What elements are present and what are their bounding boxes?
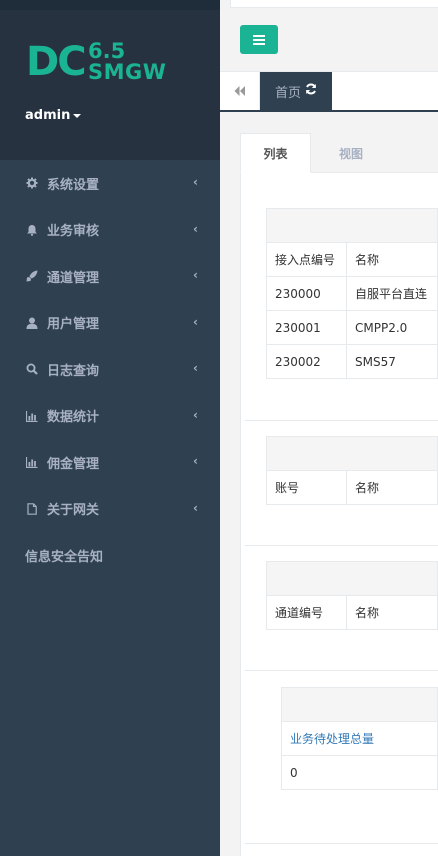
sidebar-item-channel-management[interactable]: 通道管理 ‹ [0,253,220,300]
bar-chart-icon [25,409,39,423]
chevron-left-icon: ‹ [193,314,198,329]
gear-icon [25,176,39,190]
search-icon [25,362,39,376]
table-caption [266,561,438,596]
sidebar-item-label: 系统设置 [47,177,100,193]
caret-down-icon [73,113,82,118]
chevron-left-icon: ‹ [193,361,198,376]
content-tabs: 列表 视图 [240,133,438,173]
sidebar-top-strip [0,0,220,10]
pending-total-link[interactable]: 业务待处理总量 [281,721,438,756]
sidebar-item-commission-management[interactable]: 佣金管理 ‹ [0,439,220,486]
user-menu[interactable]: admin [25,108,82,123]
user-name: admin [25,108,71,123]
chevron-left-icon: ‹ [193,407,198,422]
table-cell: 230001 [266,310,347,345]
table-caption [266,208,438,243]
channel-table: 通道编号 名称 [266,561,438,630]
column-header: 账号 [266,470,347,505]
access-point-table: 接入点编号 名称 230000 自服平台直连 230001 CMPP2.0 23… [266,208,438,379]
column-header: 接入点编号 [266,242,347,277]
section-divider [245,545,438,546]
sidebar-item-label: 数据统计 [47,410,100,426]
chevron-left-icon: ‹ [193,221,198,236]
sidebar-item-label: 信息安全告知 [25,549,104,565]
table-cell: 230002 [266,344,347,379]
sidebar-item-label: 通道管理 [47,270,100,286]
top-header-strip [230,0,438,8]
pending-total-value: 0 [281,755,438,790]
toggle-menu-button[interactable] [240,25,278,54]
account-table: 账号 名称 [266,436,438,505]
hamburger-icon [253,34,265,45]
sidebar-item-security-notice[interactable]: 信息安全告知 [0,532,220,579]
table-cell: SMS57 [346,344,438,379]
table-cell: 230000 [266,276,347,311]
table-cell: 自服平台直连 [346,276,438,311]
tab-home[interactable]: 首页 [260,72,332,110]
sidebar-item-user-management[interactable]: 用户管理 ‹ [0,300,220,347]
tab-scroll-left-button[interactable] [220,72,260,110]
column-header: 名称 [346,470,438,505]
table-cell: CMPP2.0 [346,310,438,345]
chevron-left-icon: ‹ [193,268,198,283]
logo-version: 6.5 [88,39,126,63]
sidebar-item-business-review[interactable]: 业务审核 ‹ [0,207,220,254]
table-row: 0 [281,755,438,790]
table-caption [281,687,438,722]
user-icon [25,316,39,330]
tab-home-label: 首页 [274,85,301,101]
table-row: 230001 CMPP2.0 [266,310,438,345]
bar-chart-icon [25,455,39,469]
chevron-left-icon: ‹ [193,175,198,190]
file-icon [25,502,39,516]
chevron-left-icon: ‹ [193,500,198,515]
bell-icon [25,223,39,237]
sidebar-item-data-statistics[interactable]: 数据统计 ‹ [0,393,220,440]
pending-business-table: 业务待处理总量 0 [281,687,438,790]
double-left-arrow-icon [234,86,245,96]
sidebar-item-label: 业务审核 [47,224,100,240]
sidebar-item-system-settings[interactable]: 系统设置 ‹ [0,160,220,207]
sidebar-item-log-query[interactable]: 日志查询 ‹ [0,346,220,393]
sidebar-nav: 系统设置 ‹ 业务审核 ‹ 通道管理 ‹ 用户管理 ‹ 日志查询 ‹ 数据统计 … [0,160,220,579]
page-tab-bar: 首页 [220,72,438,112]
tab-view-label: 视图 [338,146,363,161]
column-header: 名称 [346,595,438,630]
table-row: 230000 自服平台直连 [266,276,438,311]
sidebar-item-label: 日志查询 [47,363,100,379]
column-header: 名称 [346,242,438,277]
logo-dc: DC [26,39,87,85]
section-divider [245,420,438,421]
chevron-left-icon: ‹ [193,454,198,469]
column-header: 通道编号 [266,595,347,630]
tab-list-label: 列表 [263,146,288,161]
sidebar-item-label: 佣金管理 [47,456,100,472]
sidebar: DC 6.5 SMGW admin 系统设置 ‹ 业务审核 ‹ 通道管理 ‹ 用… [0,0,220,856]
sidebar-item-label: 关于网关 [47,503,100,519]
tab-list[interactable]: 列表 [240,133,311,173]
section-divider [245,670,438,671]
rocket-icon [25,269,39,283]
table-row: 230002 SMS57 [266,344,438,379]
table-caption [266,436,438,471]
sidebar-item-about-gateway[interactable]: 关于网关 ‹ [0,486,220,533]
section-divider [245,843,438,844]
tab-view[interactable]: 视图 [311,133,391,173]
sidebar-item-label: 用户管理 [47,317,100,333]
logo-name: SMGW [88,60,167,84]
refresh-icon[interactable] [305,83,317,99]
logo: DC 6.5 SMGW [26,40,176,98]
